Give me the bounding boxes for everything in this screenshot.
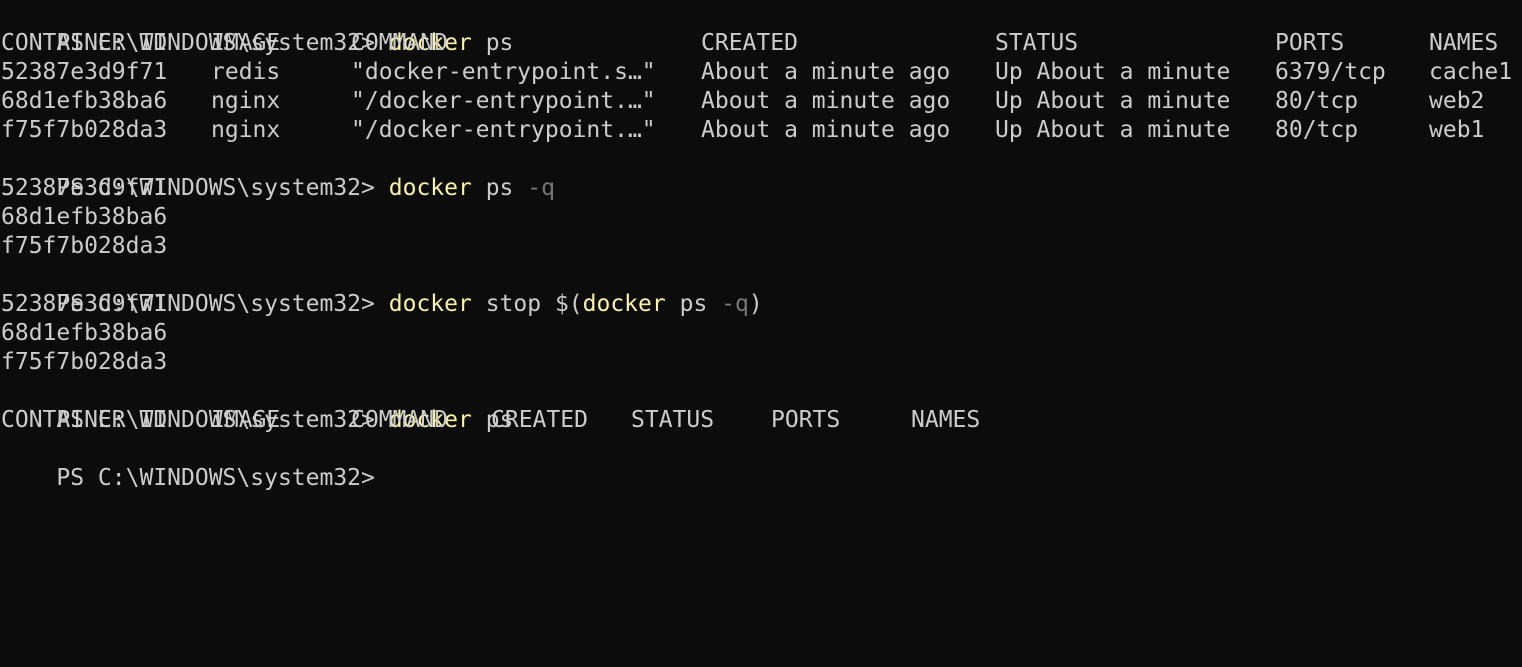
cell-ports: 6379/tcp [1275, 59, 1386, 85]
header-container-id: CONTAINER ID [1, 407, 168, 433]
header-status: STATUS [631, 407, 715, 433]
header-created: CREATED [701, 30, 798, 56]
cell-command: "/docker-entrypoint.…" [351, 88, 656, 114]
header-ports: PORTS [771, 407, 841, 433]
header-ports: PORTS [1275, 30, 1345, 56]
command-line: PS C:\WINDOWS\system32> docker ps [1, 377, 1522, 433]
table-row: f75f7b028da3 nginx "/docker-entrypoint.…… [1, 116, 1522, 145]
output-line: 68d1efb38ba6 [1, 204, 168, 230]
command-line: PS C:\WINDOWS\system32> docker ps [1, 0, 1522, 56]
cell-image: redis [211, 59, 281, 85]
command-line[interactable]: PS C:\WINDOWS\system32> [1, 435, 1522, 491]
cell-status: Up About a minute [995, 88, 1231, 114]
header-created: CREATED [491, 407, 588, 433]
header-container-id: CONTAINER ID [1, 30, 168, 56]
table-row: 52387e3d9f71 redis "docker-entrypoint.s…… [1, 58, 1522, 87]
cell-image: nginx [211, 117, 281, 143]
output-line: 52387e3d9f71 [1, 175, 168, 201]
cell-container-id: f75f7b028da3 [1, 117, 168, 143]
output-line: f75f7b028da3 [1, 233, 168, 259]
cell-names: web1 [1429, 117, 1485, 143]
cell-ports: 80/tcp [1275, 117, 1359, 143]
command-line: PS C:\WINDOWS\system32> docker ps -q [1, 145, 1522, 201]
cell-names: web2 [1429, 88, 1485, 114]
cell-container-id: 52387e3d9f71 [1, 59, 168, 85]
cell-container-id: 68d1efb38ba6 [1, 88, 168, 114]
cell-status: Up About a minute [995, 59, 1231, 85]
header-image: IMAGE [211, 407, 281, 433]
output-line: f75f7b028da3 [1, 349, 168, 375]
header-command: COMMAND [351, 30, 448, 56]
table-header-row: CONTAINER ID IMAGE COMMAND CREATED STATU… [1, 29, 1522, 58]
output-line: 68d1efb38ba6 [1, 320, 168, 346]
cell-status: Up About a minute [995, 117, 1231, 143]
table-row: 68d1efb38ba6 nginx "/docker-entrypoint.…… [1, 87, 1522, 116]
cell-ports: 80/tcp [1275, 88, 1359, 114]
command-line: PS C:\WINDOWS\system32> docker stop $(do… [1, 261, 1522, 317]
cell-image: nginx [211, 88, 281, 114]
header-status: STATUS [995, 30, 1079, 56]
cell-command: "/docker-entrypoint.…" [351, 117, 656, 143]
cell-names: cache1 [1429, 59, 1513, 85]
prompt: PS C:\WINDOWS\system32> [56, 465, 375, 491]
header-names: NAMES [1429, 30, 1499, 56]
header-command: COMMAND [351, 407, 448, 433]
cell-command: "docker-entrypoint.s…" [351, 59, 656, 85]
cell-created: About a minute ago [701, 59, 951, 85]
table-header-row: CONTAINER ID IMAGE COMMAND CREATED STATU… [1, 406, 1522, 435]
cell-created: About a minute ago [701, 117, 951, 143]
header-image: IMAGE [211, 30, 281, 56]
output-line: 52387e3d9f71 [1, 291, 168, 317]
powershell-terminal[interactable]: PS C:\WINDOWS\system32> docker ps CONTAI… [0, 0, 1522, 491]
header-names: NAMES [911, 407, 981, 433]
cell-created: About a minute ago [701, 88, 951, 114]
